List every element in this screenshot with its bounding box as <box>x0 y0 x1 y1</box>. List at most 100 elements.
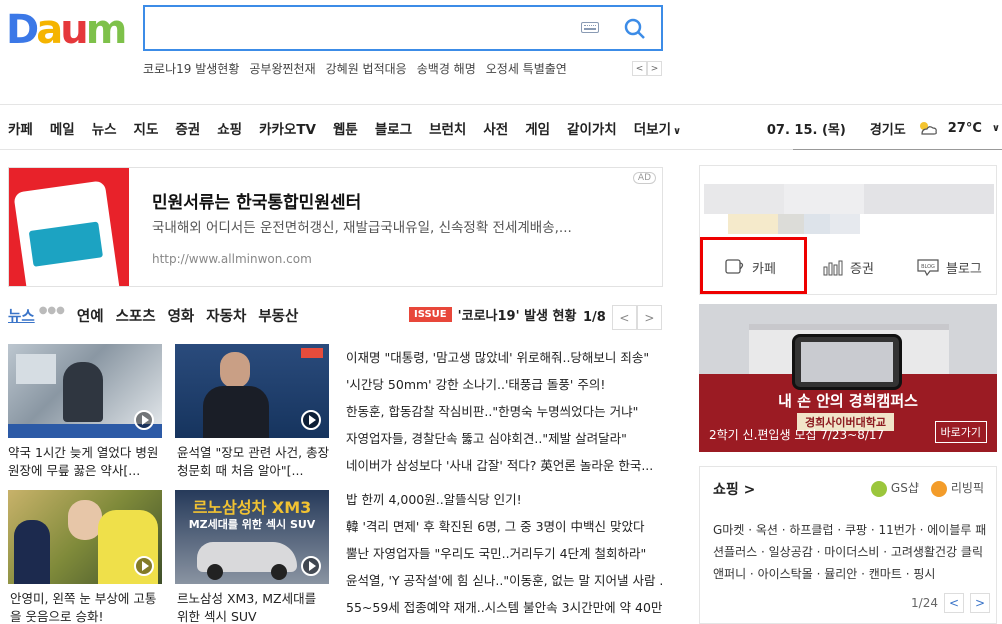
blurred-area <box>784 184 864 214</box>
chevron-down-icon: ∨ <box>673 126 682 137</box>
news-prev-button[interactable]: < <box>611 305 637 330</box>
tab-movie[interactable]: 영화 <box>168 305 195 326</box>
tab-sports[interactable]: 스포츠 <box>116 305 156 326</box>
blurred-area <box>778 214 804 234</box>
trending-item[interactable]: 코로나19 발생현황 <box>143 60 239 77</box>
search-input[interactable] <box>155 7 575 49</box>
play-icon[interactable] <box>134 556 154 576</box>
nav-item-blog[interactable]: 블로그 <box>375 118 412 138</box>
nav-item-dictionary[interactable]: 사전 <box>483 118 508 138</box>
trending-item[interactable]: 공부왕찐천재 <box>249 60 315 77</box>
nav-item-news[interactable]: 뉴스 <box>92 118 117 138</box>
nav-item-webtoon[interactable]: 웹툰 <box>333 118 358 138</box>
service-label: 증권 <box>850 261 874 277</box>
news-thumbnail[interactable] <box>8 344 162 438</box>
headline-item[interactable]: 네이버가 삼성보다 '사내 갑잘' 적다? 英언론 놀라운 한국... <box>346 456 662 475</box>
nav-item-game[interactable]: 게임 <box>525 118 550 138</box>
tab-car[interactable]: 자동차 <box>206 305 246 326</box>
headline-item[interactable]: 윤석열, 'Y 공작설'에 힘 싣나.."이동훈, 없는 말 지어낼 사람 ..… <box>346 571 662 590</box>
temperature-text: 27°C <box>947 120 982 136</box>
thumb-title-overlay: 르노삼성차 XM3 <box>192 498 312 517</box>
shopping-title[interactable]: 쇼핑 > <box>713 479 755 499</box>
tab-news[interactable]: 뉴스 <box>8 305 35 326</box>
bar-chart-icon <box>823 260 843 276</box>
play-icon[interactable] <box>301 410 321 430</box>
headline-list: 밥 한끼 4,000원..알뜰식당 인기! 韓 '격리 면제' 후 확진된 6명… <box>346 490 662 617</box>
issue-text: '코로나19' 발생 현황 <box>457 309 577 324</box>
shopping-list[interactable]: G마켓 · 옥션 · 하프클럽 · 쿠팡 · 11번가 · 에이블루 패션플러스… <box>713 519 991 585</box>
issue-badge: ISSUE <box>409 307 452 322</box>
ad-badge[interactable]: AD <box>632 172 656 184</box>
nav-item-map[interactable]: 지도 <box>134 118 159 138</box>
livingpick-link[interactable]: 리빙픽 <box>930 479 984 497</box>
ad-banner[interactable]: 민원서류는 한국통합민원센터 국내해외 어디서든 운전면허갱신, 재발급국내유일… <box>8 167 663 287</box>
nav-item-together[interactable]: 같이가치 <box>567 118 617 138</box>
headline-item[interactable]: 韓 '격리 면제' 후 확진된 6명, 그 중 3명이 中백신 맞았다 <box>346 517 662 536</box>
shopping-pager: 1/24 < > <box>911 593 990 613</box>
headline-list: 이재명 "대통령, '맘고생 많았네' 위로해줘..당해보니 죄송" '시간당 … <box>346 348 662 475</box>
headline-item[interactable]: 뿔난 자영업자들 "우리도 국민..거리두기 4단계 철회하라" <box>346 544 662 563</box>
daum-logo[interactable]: Daum <box>6 6 127 54</box>
thumbnail-caption[interactable]: 윤석열 "장모 관련 사건, 총장 청문회 때 처음 알아"[... <box>177 444 331 480</box>
headline-item[interactable]: 한동훈, 합동감찰 작심비판.."한명숙 누명씌었다는 거냐" <box>346 402 662 421</box>
trending-prev-button[interactable]: < <box>632 61 647 76</box>
gsshop-link[interactable]: GS샵 <box>870 479 919 497</box>
tab-entertainment[interactable]: 연예 <box>77 305 104 326</box>
service-blog[interactable]: BLOG 블로그 <box>916 243 982 291</box>
highlight-box <box>700 237 807 294</box>
play-icon[interactable] <box>134 410 154 430</box>
tab-realestate[interactable]: 부동산 <box>258 305 298 326</box>
nav-item-mail[interactable]: 메일 <box>50 118 75 138</box>
weather-underline <box>793 149 1002 150</box>
keyboard-icon[interactable] <box>581 22 599 33</box>
ad-thumbnail[interactable] <box>9 168 129 286</box>
news-page-indicator: 1/8 <box>583 310 606 325</box>
phone-image <box>13 180 121 286</box>
banner-info: 2학기 신.편입생 모집 7/23~8/17 <box>709 428 885 442</box>
trending-item[interactable]: 강혜원 법적대응 <box>326 60 407 77</box>
news-thumbnail[interactable] <box>8 490 162 584</box>
blurred-area <box>804 214 830 234</box>
blurred-area <box>704 184 784 214</box>
news-thumbnail[interactable] <box>175 344 329 438</box>
gsshop-label: GS샵 <box>890 481 919 495</box>
ad-title[interactable]: 민원서류는 한국통합민원센터 <box>152 188 361 213</box>
shopping-next-button[interactable]: > <box>970 593 990 613</box>
date-text: 07. 15. (목) <box>766 122 846 138</box>
partly-cloudy-icon <box>919 122 937 135</box>
service-stock[interactable]: 증권 <box>822 243 874 291</box>
headline-item[interactable]: 이재명 "대통령, '맘고생 많았네' 위로해줘..당해보니 죄송" <box>346 348 662 367</box>
chevron-down-icon[interactable]: ∨ <box>992 123 1000 134</box>
nav-item-cafe[interactable]: 카페 <box>8 118 33 138</box>
issue-link[interactable]: ISSUE '코로나19' 발생 현황 <box>409 305 576 324</box>
trending-keywords: 코로나19 발생현황 공부왕찐천재 강혜원 법적대응 송백경 해명 오정세 특별… <box>143 60 567 77</box>
headline-item[interactable]: '시간당 50mm' 강한 소나기..'태풍급 돌풍' 주의! <box>346 375 662 394</box>
thumbnail-caption[interactable]: 안영미, 왼쪽 눈 부상에 고통을 웃음으로 승화! <box>10 590 164 624</box>
headline-item[interactable]: 55~59세 접종예약 재개..시스템 불안속 3시간만에 약 40만... <box>346 598 662 617</box>
region-text[interactable]: 경기도 <box>870 119 906 138</box>
thumbnail-caption[interactable]: 약국 1시간 늦게 열었다 병원 원장에 무릎 꿇은 약사[... <box>8 444 162 480</box>
headline-item[interactable]: 밥 한끼 4,000원..알뜰식당 인기! <box>346 490 662 509</box>
trending-item[interactable]: 송백경 해명 <box>417 60 476 77</box>
nav-item-more[interactable]: 더보기 ∨ <box>634 118 681 138</box>
gsshop-icon <box>870 480 887 497</box>
trending-item[interactable]: 오정세 특별출연 <box>486 60 567 77</box>
nav-item-kakaotv[interactable]: 카카오TV <box>259 118 316 138</box>
nav-item-stock[interactable]: 증권 <box>175 118 200 138</box>
search-icon[interactable] <box>623 17 647 41</box>
news-next-button[interactable]: > <box>636 305 662 330</box>
news-pager: 1/8 < > <box>583 305 662 330</box>
news-thumbnail[interactable]: 르노삼성차 XM3 MZ세대를 위한 섹시 SUV <box>175 490 329 584</box>
thumbnail-caption[interactable]: 르노삼성 XM3, MZ세대를 위한 섹시 SUV <box>177 590 331 624</box>
nav-item-shopping[interactable]: 쇼핑 <box>217 118 242 138</box>
ad-url[interactable]: http://www.allminwon.com <box>152 252 312 266</box>
trending-next-button[interactable]: > <box>647 61 662 76</box>
play-icon[interactable] <box>301 556 321 576</box>
banner-go-button[interactable]: 바로가기 <box>934 421 987 443</box>
thumb-sub-overlay: MZ세대를 위한 섹시 SUV <box>188 518 316 531</box>
headline-item[interactable]: 자영업자들, 경찰단속 뚫고 심야회견.."제발 살려달라" <box>346 429 662 448</box>
campus-banner[interactable]: 내 손 안의 경희캠퍼스 경희사이버대학교 2학기 신.편입생 모집 7/23~… <box>699 304 997 452</box>
nav-item-brunch[interactable]: 브런치 <box>429 118 466 138</box>
blog-icon: BLOG <box>917 259 939 277</box>
shopping-prev-button[interactable]: < <box>944 593 964 613</box>
